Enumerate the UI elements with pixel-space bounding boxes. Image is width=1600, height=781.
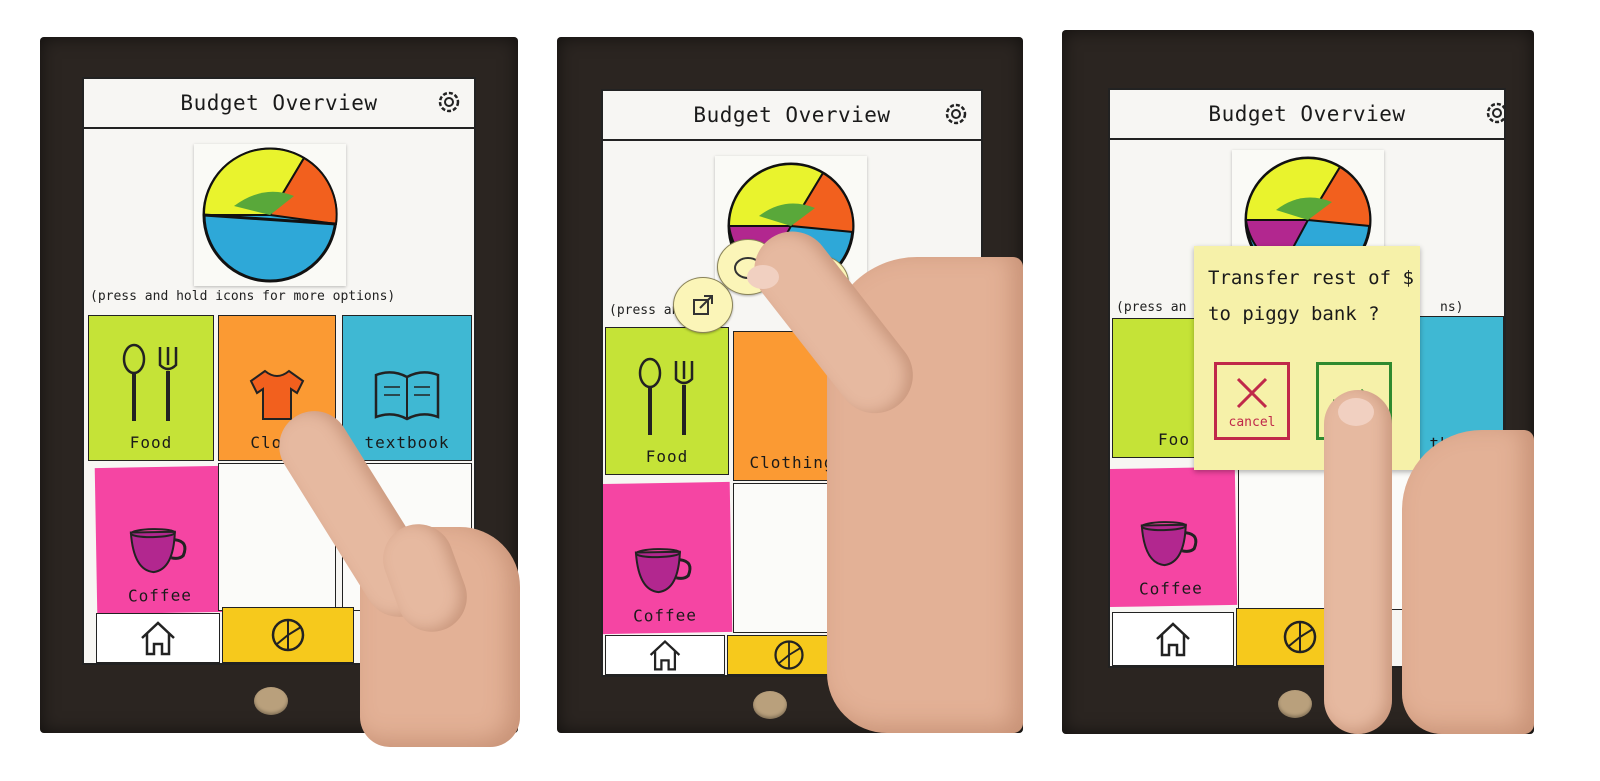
close-icon xyxy=(1236,377,1268,408)
coffee-cup-icon xyxy=(1140,521,1198,567)
nav-budget[interactable] xyxy=(222,607,354,663)
pie-chart-card[interactable] xyxy=(1232,150,1384,284)
fingernail xyxy=(1338,398,1374,426)
nav-home[interactable] xyxy=(96,613,220,663)
gear-icon[interactable] xyxy=(1482,98,1506,128)
page-title: Budget Overview xyxy=(693,103,891,127)
home-icon xyxy=(649,639,681,671)
hint-text: (press an xyxy=(1116,300,1187,315)
hint-text: (press and hold icons for more options) xyxy=(90,289,396,304)
category-tile-textbook[interactable]: textbook xyxy=(342,315,472,461)
page-title: Budget Overview xyxy=(180,91,378,115)
home-hardware-button[interactable] xyxy=(753,691,787,719)
category-tile-food[interactable]: Food xyxy=(605,327,729,475)
nav-home[interactable] xyxy=(1112,612,1234,666)
panel-3: Budget Overview (press an ns) Foo tbook xyxy=(1062,30,1534,734)
category-label: Food xyxy=(645,447,689,466)
category-label: Foo xyxy=(1158,430,1190,449)
home-icon xyxy=(1156,622,1190,657)
category-tile-food[interactable]: Food xyxy=(88,315,214,461)
fingernail xyxy=(747,265,779,289)
fork-spoon-icon xyxy=(122,343,178,421)
app-header: Budget Overview xyxy=(1110,90,1504,140)
budget-pie-chart[interactable] xyxy=(1232,150,1384,284)
hint-text: (press an xyxy=(609,303,680,318)
panel-1: Budget Overview (press and hold icons fo… xyxy=(40,37,520,747)
home-hardware-button[interactable] xyxy=(254,687,288,715)
dialog-line-2: to piggy bank ? xyxy=(1208,303,1380,325)
pie-nav-icon xyxy=(774,640,804,670)
coffee-cup-icon xyxy=(634,548,692,594)
home-hardware-button[interactable] xyxy=(1278,690,1312,718)
cancel-button[interactable]: cancel xyxy=(1214,362,1290,440)
category-label: Food xyxy=(129,433,173,452)
pie-nav-icon xyxy=(271,618,305,652)
hint-text: ns) xyxy=(1440,300,1464,315)
gear-icon[interactable] xyxy=(941,99,971,129)
book-icon xyxy=(374,371,440,421)
transfer-icon xyxy=(693,295,713,315)
gear-icon[interactable] xyxy=(434,87,464,117)
cancel-label: cancel xyxy=(1228,414,1276,430)
panel-2: Budget Overview (press an option xyxy=(557,37,1023,733)
fork-spoon-icon xyxy=(638,357,694,435)
category-label: textbook xyxy=(364,433,450,452)
category-label: Coffee xyxy=(1138,578,1203,599)
category-tile-coffee[interactable]: Coffee xyxy=(94,465,224,615)
category-label: Coffee xyxy=(632,605,698,626)
budget-pie-chart[interactable] xyxy=(194,144,346,286)
hand xyxy=(1402,430,1534,734)
category-tile-coffee[interactable]: Coffee xyxy=(1110,466,1238,608)
home-icon xyxy=(141,621,175,656)
category-label: Clothing xyxy=(749,453,835,472)
pie-nav-icon xyxy=(1283,620,1317,654)
pie-chart-card[interactable] xyxy=(194,144,346,286)
dialog-line-1: Transfer rest of $ xyxy=(1208,267,1414,289)
page-title: Budget Overview xyxy=(1208,102,1406,126)
app-header: Budget Overview xyxy=(603,91,981,141)
dialog-message: Transfer rest of $ to piggy bank ? xyxy=(1208,260,1414,332)
coffee-cup-icon xyxy=(129,528,187,574)
nav-home[interactable] xyxy=(605,635,725,675)
finger xyxy=(1324,390,1392,734)
category-label: Coffee xyxy=(127,585,193,606)
app-header: Budget Overview xyxy=(84,79,474,129)
category-tile-coffee[interactable]: Coffee xyxy=(603,481,733,635)
